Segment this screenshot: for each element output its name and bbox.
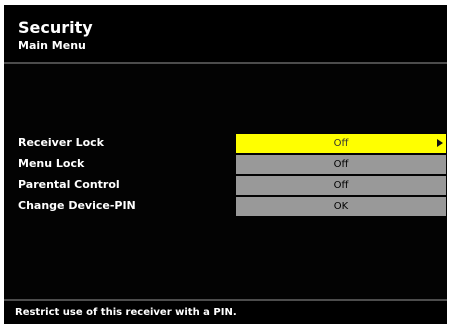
change-device-pin-label: Change Device-PIN — [18, 199, 136, 212]
receiver-lock-value[interactable]: Off — [236, 134, 446, 153]
menu-header: Security Main Menu — [4, 5, 447, 64]
parental-control-value-text: Off — [333, 180, 349, 191]
parental-control-label: Parental Control — [18, 178, 120, 191]
menu-row-menu-lock[interactable]: Menu Lock Off — [4, 155, 447, 175]
menu-row-parental-control[interactable]: Parental Control Off — [4, 176, 447, 196]
menu-lock-label: Menu Lock — [18, 157, 85, 170]
help-bar: Restrict use of this receiver with a PIN… — [4, 299, 447, 324]
menu-lock-value[interactable]: Off — [236, 155, 446, 174]
security-menu-panel: Security Main Menu Receiver Lock Off Men… — [4, 5, 447, 324]
receiver-lock-value-text: Off — [333, 138, 349, 149]
help-text: Restrict use of this receiver with a PIN… — [15, 307, 237, 318]
page-title: Security — [18, 18, 93, 37]
change-device-pin-value-text: OK — [333, 201, 349, 212]
tv-screen: Security Main Menu Receiver Lock Off Men… — [0, 0, 450, 327]
menu-lock-value-text: Off — [333, 159, 349, 170]
menu-row-receiver-lock[interactable]: Receiver Lock Off — [4, 134, 447, 154]
change-device-pin-value[interactable]: OK — [236, 197, 446, 216]
arrow-right-icon[interactable] — [437, 139, 443, 147]
parental-control-value[interactable]: Off — [236, 176, 446, 195]
breadcrumb: Main Menu — [18, 39, 86, 52]
receiver-lock-label: Receiver Lock — [18, 136, 104, 149]
menu-row-change-device-pin[interactable]: Change Device-PIN OK — [4, 197, 447, 217]
